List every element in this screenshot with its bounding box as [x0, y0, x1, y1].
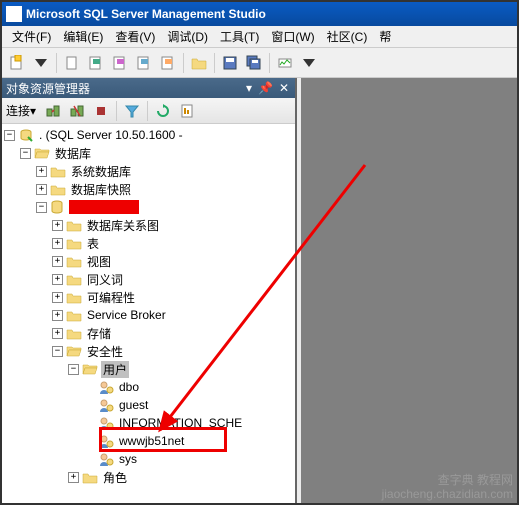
roles-folder[interactable]: 角色	[101, 469, 129, 486]
expand-icon[interactable]: +	[36, 184, 47, 195]
folder-open-icon	[66, 344, 82, 358]
collapse-icon[interactable]: −	[52, 346, 63, 357]
user-guest[interactable]: guest	[117, 398, 150, 412]
system-databases-folder[interactable]: 系统数据库	[69, 163, 133, 180]
main-toolbar	[2, 48, 517, 78]
stop-button[interactable]	[90, 100, 112, 122]
menu-help[interactable]: 帮	[373, 26, 397, 47]
title-bar: Microsoft SQL Server Management Studio	[2, 2, 517, 26]
folder-icon	[66, 272, 82, 286]
collapse-icon[interactable]: −	[20, 148, 31, 159]
db-diagrams-folder[interactable]: 数据库关系图	[85, 217, 161, 234]
menu-debug[interactable]: 调试(D)	[161, 26, 214, 47]
tables-folder[interactable]: 表	[85, 235, 101, 252]
object-explorer-panel: 对象资源管理器 ▾ 📌 ✕ 连接▾ −. (SQL Server 1	[2, 78, 297, 503]
user-icon	[98, 398, 114, 412]
expand-icon[interactable]: +	[52, 256, 63, 267]
redacted-db[interactable]	[69, 200, 139, 214]
synonyms-folder[interactable]: 同义词	[85, 271, 125, 288]
expand-icon[interactable]: +	[52, 292, 63, 303]
user-icon	[98, 452, 114, 466]
programmability-folder[interactable]: 可编程性	[85, 289, 137, 306]
menu-window[interactable]: 窗口(W)	[265, 26, 320, 47]
folder-icon	[66, 236, 82, 250]
folder-icon	[82, 470, 98, 484]
connect-icon-button[interactable]	[42, 100, 64, 122]
storage-folder[interactable]: 存储	[85, 325, 113, 342]
service-broker-folder[interactable]: Service Broker	[85, 308, 168, 322]
toolbar-dropdown[interactable]	[30, 52, 52, 74]
user-sys[interactable]: sys	[117, 452, 139, 466]
folder-icon	[66, 326, 82, 340]
views-folder[interactable]: 视图	[85, 253, 113, 270]
toolbar-more[interactable]	[298, 52, 320, 74]
folder-icon	[66, 308, 82, 322]
panel-close-icon[interactable]: ✕	[277, 81, 291, 95]
security-folder[interactable]: 安全性	[85, 343, 125, 360]
disconnect-icon-button[interactable]	[66, 100, 88, 122]
expand-icon[interactable]: +	[52, 310, 63, 321]
menu-bar: 文件(F) 编辑(E) 查看(V) 调试(D) 工具(T) 窗口(W) 社区(C…	[2, 26, 517, 48]
report-button[interactable]	[176, 100, 198, 122]
server-icon	[18, 128, 34, 142]
new-query-button[interactable]	[6, 52, 28, 74]
script-button-1[interactable]	[85, 52, 107, 74]
mdi-workspace	[297, 78, 517, 503]
menu-edit[interactable]: 编辑(E)	[57, 26, 109, 47]
panel-dropdown-icon[interactable]: ▾	[244, 81, 254, 95]
filter-button[interactable]	[121, 100, 143, 122]
database-icon	[50, 200, 66, 214]
script-button-3[interactable]	[133, 52, 155, 74]
panel-header: 对象资源管理器 ▾ 📌 ✕	[2, 78, 295, 98]
save-all-button[interactable]	[243, 52, 265, 74]
db-snapshots-folder[interactable]: 数据库快照	[69, 181, 133, 198]
user-dbo[interactable]: dbo	[117, 380, 141, 394]
expand-icon[interactable]: +	[52, 274, 63, 285]
user-icon	[98, 416, 114, 430]
panel-toolbar: 连接▾	[2, 98, 295, 124]
open-folder-button[interactable]	[188, 52, 210, 74]
connect-button[interactable]: 连接▾	[6, 102, 36, 119]
app-icon	[6, 6, 22, 22]
panel-pin-icon[interactable]: 📌	[256, 81, 275, 95]
expand-icon[interactable]: +	[52, 328, 63, 339]
menu-tools[interactable]: 工具(T)	[214, 26, 265, 47]
users-folder[interactable]: 用户	[101, 361, 129, 378]
tree-view[interactable]: −. (SQL Server 10.50.1600 - −数据库 +系统数据库 …	[2, 124, 295, 503]
script-button-4[interactable]	[157, 52, 179, 74]
collapse-icon[interactable]: −	[36, 202, 47, 213]
menu-file[interactable]: 文件(F)	[6, 26, 57, 47]
user-information-schema[interactable]: INFORMATION_SCHE	[117, 416, 244, 430]
collapse-icon[interactable]: −	[68, 364, 79, 375]
expand-icon[interactable]: +	[68, 472, 79, 483]
menu-community[interactable]: 社区(C)	[321, 26, 374, 47]
collapse-icon[interactable]: −	[4, 130, 15, 141]
folder-icon	[50, 164, 66, 178]
folder-icon	[66, 218, 82, 232]
databases-folder[interactable]: 数据库	[53, 145, 93, 162]
refresh-button[interactable]	[152, 100, 174, 122]
panel-title: 对象资源管理器	[6, 80, 244, 97]
folder-open-icon	[82, 362, 98, 376]
user-icon	[98, 380, 114, 394]
server-node[interactable]: . (SQL Server 10.50.1600 -	[37, 128, 185, 142]
script-button-2[interactable]	[109, 52, 131, 74]
menu-view[interactable]: 查看(V)	[109, 26, 161, 47]
save-button[interactable]	[219, 52, 241, 74]
folder-icon	[66, 254, 82, 268]
folder-icon	[66, 290, 82, 304]
folder-open-icon	[34, 146, 50, 160]
user-icon	[98, 434, 114, 448]
folder-icon	[50, 182, 66, 196]
new-file-button[interactable]	[61, 52, 83, 74]
window-title: Microsoft SQL Server Management Studio	[26, 7, 266, 21]
user-wwwjb51net[interactable]: wwwjb51net	[117, 434, 186, 448]
activity-monitor-button[interactable]	[274, 52, 296, 74]
expand-icon[interactable]: +	[36, 166, 47, 177]
expand-icon[interactable]: +	[52, 238, 63, 249]
expand-icon[interactable]: +	[52, 220, 63, 231]
